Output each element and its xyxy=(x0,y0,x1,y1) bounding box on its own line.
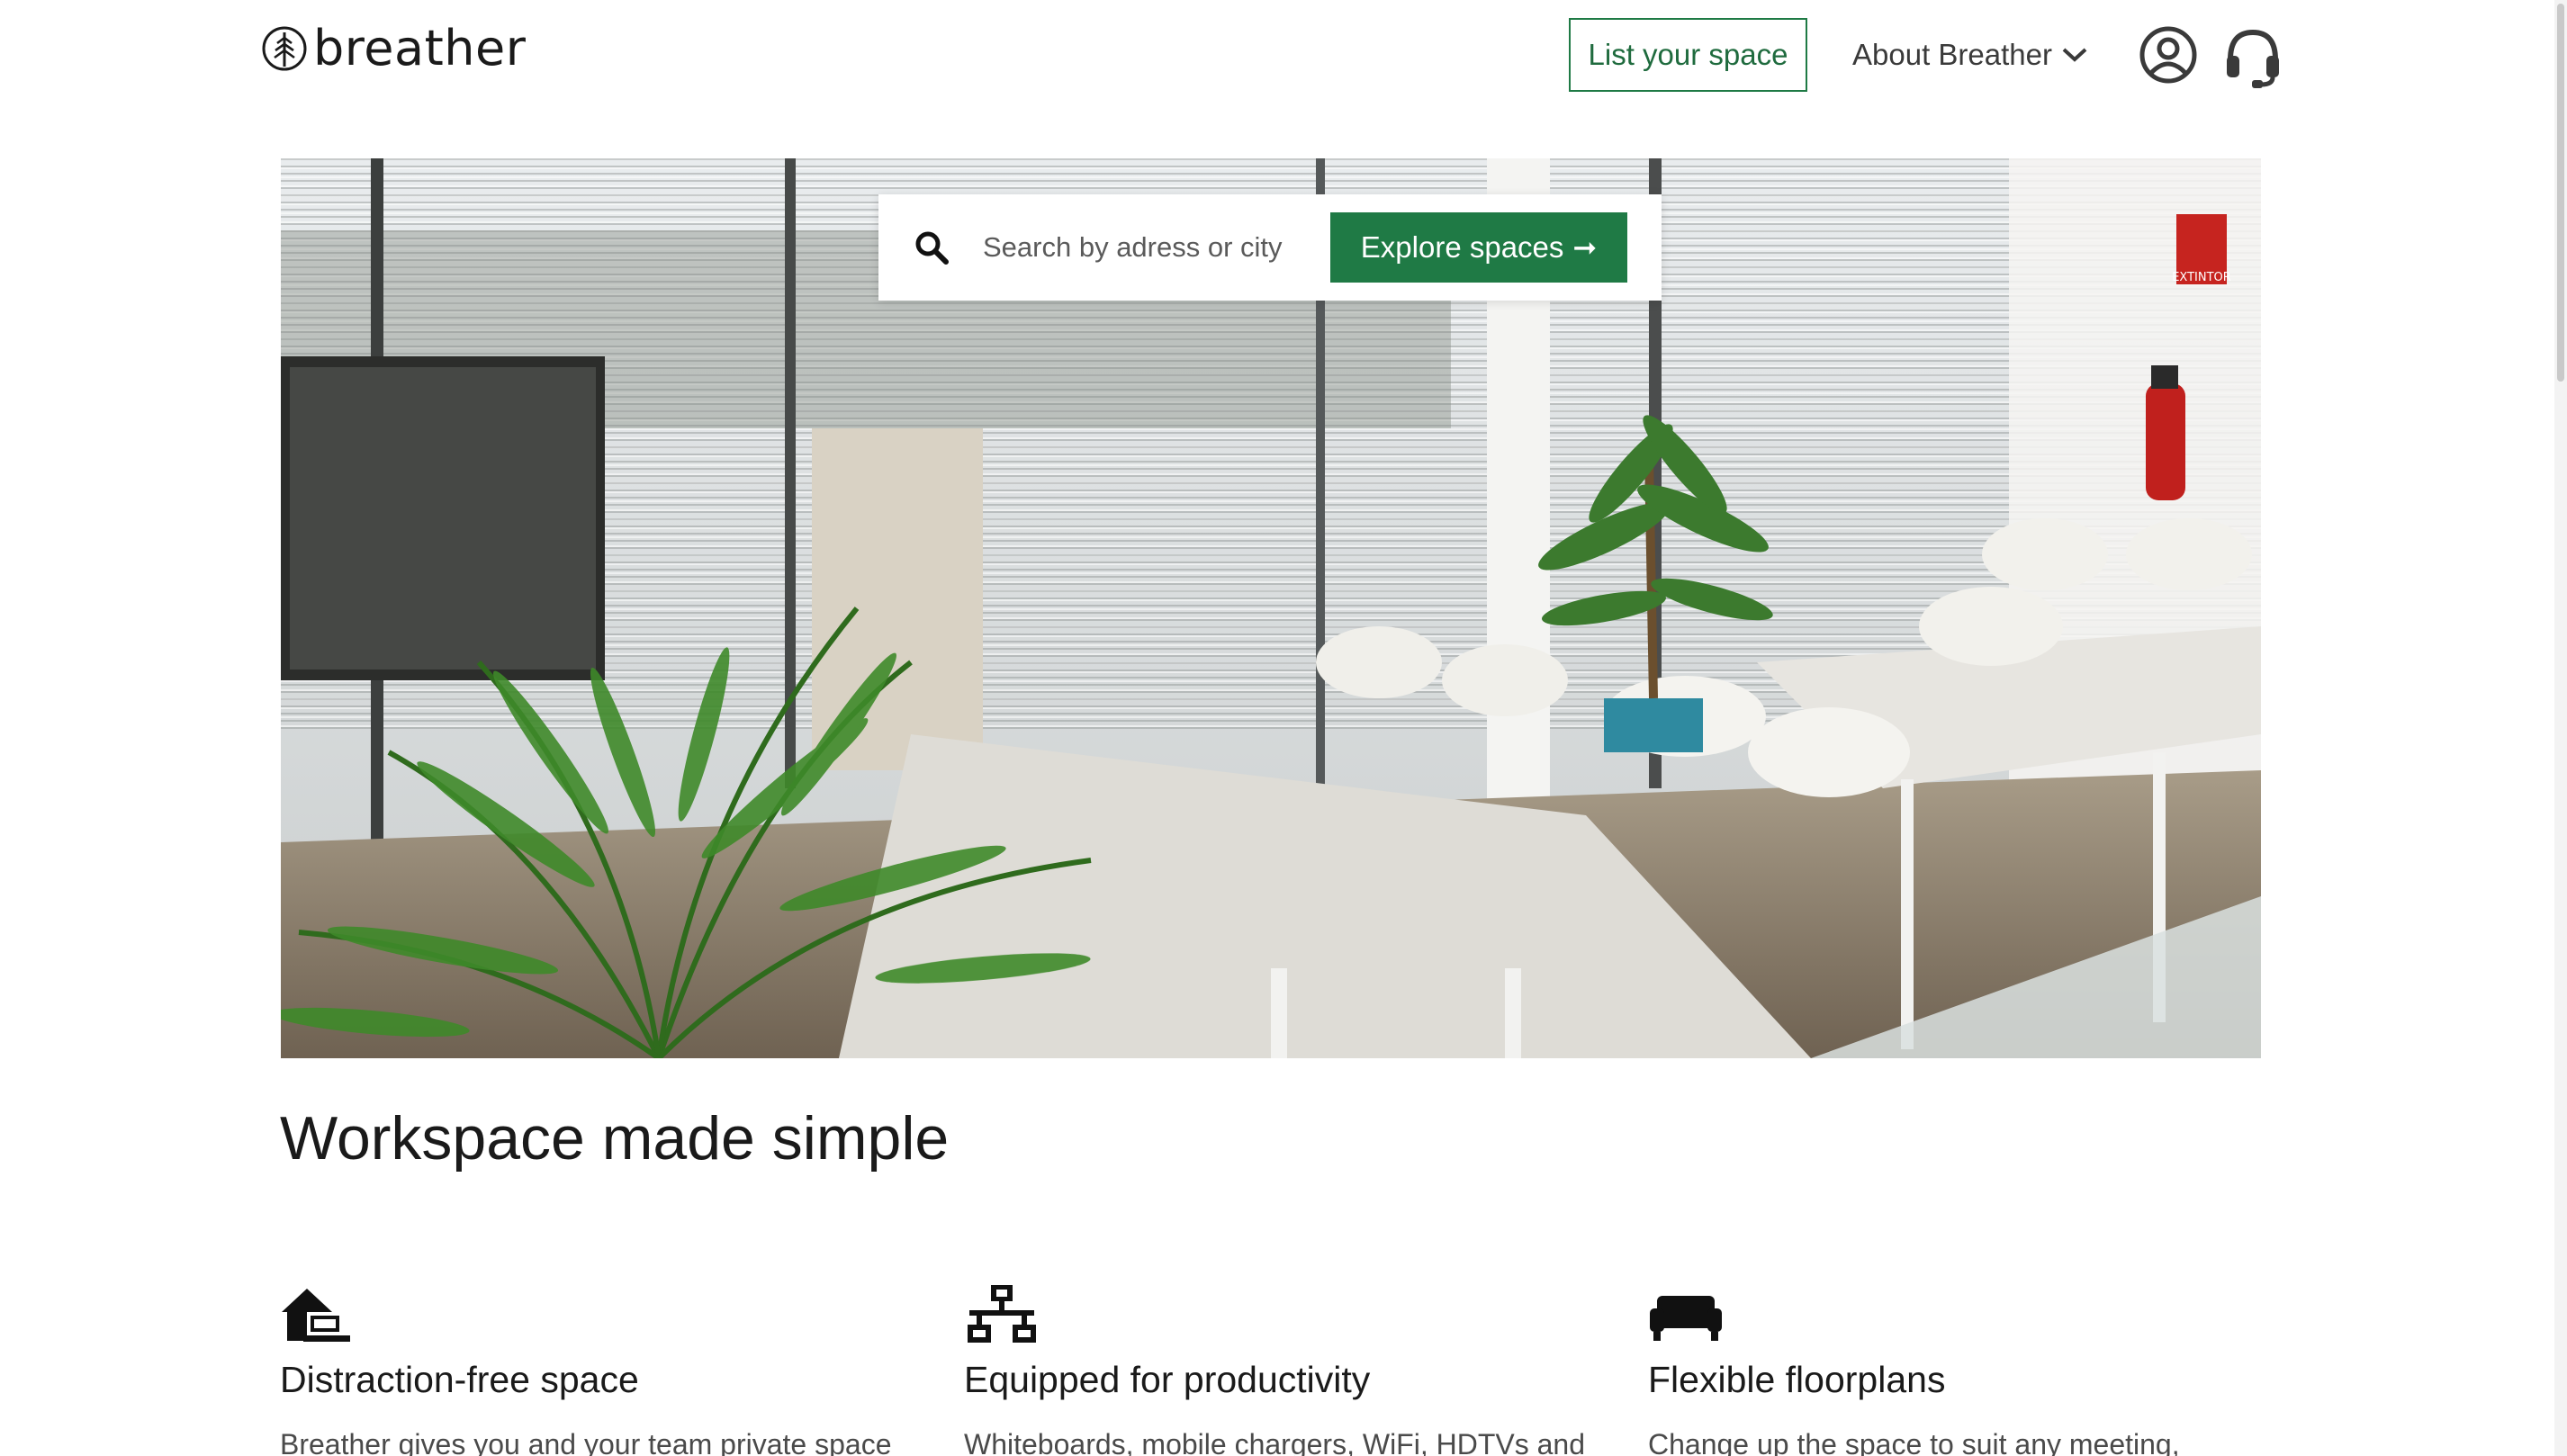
couch-icon xyxy=(1650,1296,1722,1341)
house-laptop-icon xyxy=(282,1289,350,1342)
list-your-space-button[interactable]: List your space xyxy=(1569,18,1807,92)
top-nav: breather List your space About Breather xyxy=(0,0,2567,135)
user-circle-icon[interactable] xyxy=(2139,25,2198,85)
feature-title: Equipped for productivity xyxy=(964,1359,1371,1400)
section-title: Workspace made simple xyxy=(280,1104,950,1173)
brand-name: breather xyxy=(313,20,527,76)
page-scrollbar[interactable] xyxy=(2554,0,2567,1456)
chevron-down-icon xyxy=(2062,48,2087,62)
about-breather-menu[interactable]: About Breather xyxy=(1852,31,2088,79)
headset-icon[interactable] xyxy=(2221,25,2284,88)
feature-text: Breather gives you and your team private… xyxy=(280,1428,892,1456)
feature-distraction-free: Distraction-free space Breather gives yo… xyxy=(280,1285,928,1456)
explore-spaces-button[interactable]: Explore spaces ➞ xyxy=(1330,212,1627,283)
search-input[interactable] xyxy=(983,220,1289,275)
hero-banner: EXTINTOR Search by adress or city Explor… xyxy=(281,158,2261,1058)
feature-equipped: Equipped for productivity Whiteboards, m… xyxy=(964,1285,1612,1456)
scrollbar-thumb[interactable] xyxy=(2557,4,2564,382)
breather-logo[interactable]: breather xyxy=(261,22,526,76)
network-icon xyxy=(968,1285,1036,1343)
search-bar: Explore spaces ➞ xyxy=(878,194,1662,301)
feature-title: Distraction-free space xyxy=(280,1359,639,1400)
feature-text: Change up the space to suit any meeting, xyxy=(1648,1428,2180,1456)
explore-spaces-label: Explore spaces xyxy=(1360,230,1564,264)
arrow-right-icon: ➞ xyxy=(1572,230,1598,265)
feature-text: Whiteboards, mobile chargers, WiFi, HDTV… xyxy=(964,1428,1585,1456)
about-breather-label: About Breather xyxy=(1852,38,2052,71)
feature-flexible: Flexible floorplans Change up the space … xyxy=(1648,1285,2296,1456)
feature-title: Flexible floorplans xyxy=(1648,1359,1946,1400)
breather-logo-icon xyxy=(262,26,307,71)
search-icon xyxy=(915,231,949,265)
extinguisher-sign-text: EXTINTOR xyxy=(2172,271,2231,284)
